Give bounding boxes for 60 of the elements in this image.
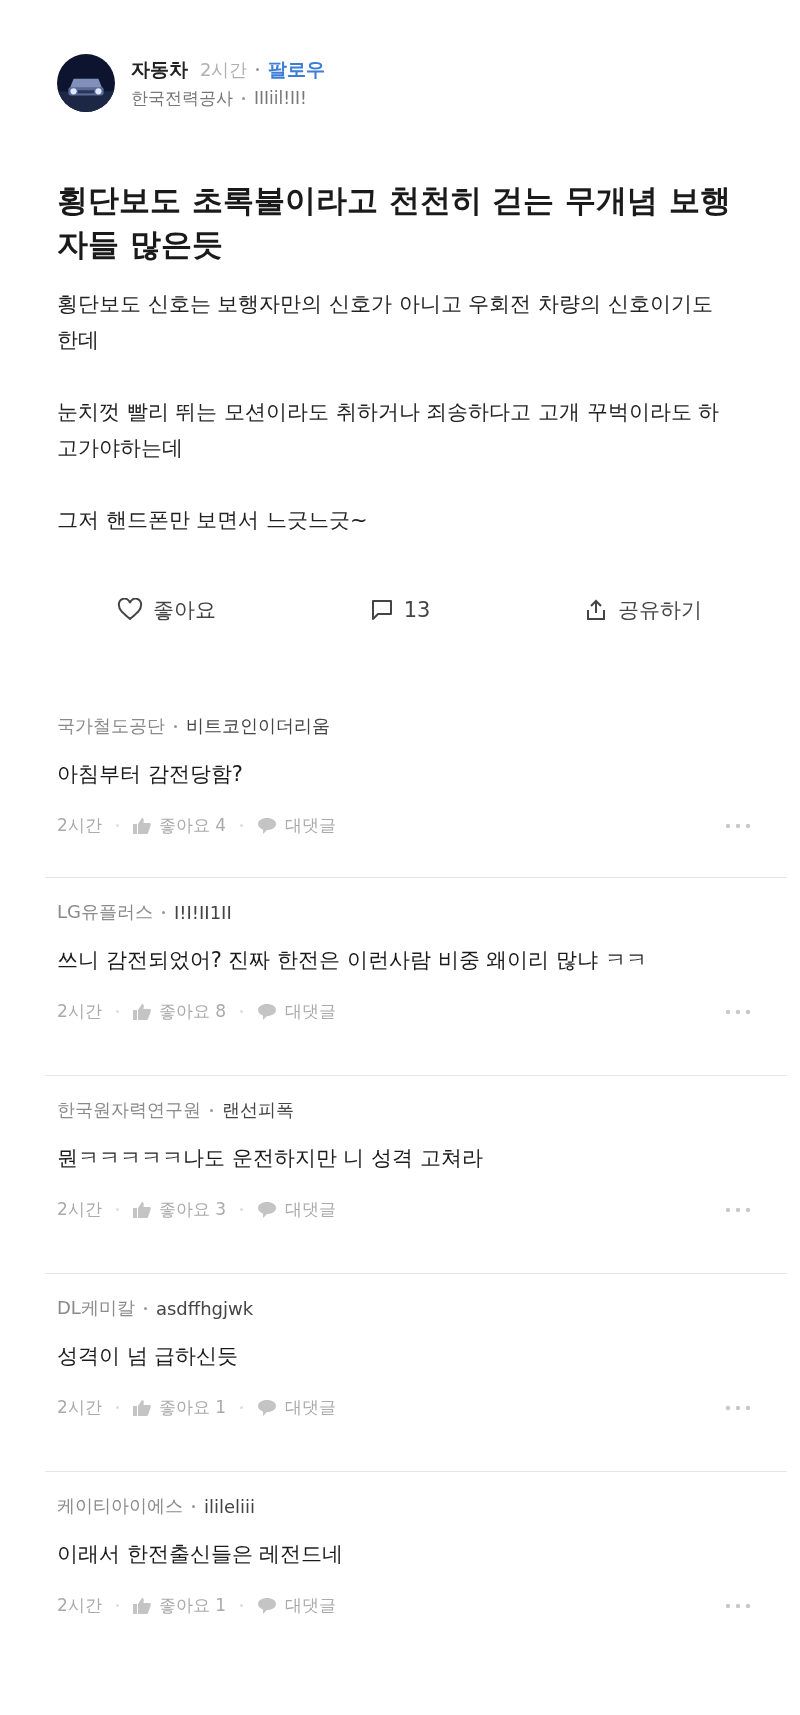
speech-bubble-icon — [257, 1002, 278, 1021]
reply-button[interactable]: 대댓글 — [257, 1000, 337, 1023]
author-name[interactable]: 자동차 — [131, 56, 188, 83]
more-icon[interactable] — [725, 822, 751, 829]
thumbs-up-icon — [132, 817, 151, 834]
more-icon[interactable] — [725, 1008, 751, 1015]
more-icon[interactable] — [725, 1206, 751, 1213]
comment-text: 쓰니 감전되었어? 진짜 한전은 이런사람 비중 왜이리 많냐 ㅋㅋ — [57, 947, 648, 974]
comment-time: 2시간 — [57, 1594, 102, 1617]
speech-bubble-icon — [257, 1596, 278, 1615]
thumbs-up-icon — [132, 1597, 151, 1614]
comment-like-button[interactable]: 좋아요 4 — [132, 814, 227, 837]
more-icon[interactable] — [725, 1404, 751, 1411]
comment-text: 뭔ㅋㅋㅋㅋㅋ나도 운전하지만 니 성격 고쳐라 — [57, 1145, 484, 1172]
comment-time: 2시간 — [57, 1000, 102, 1023]
speech-bubble-icon — [257, 816, 278, 835]
thumbs-up-icon — [132, 1201, 151, 1218]
speech-bubble-icon — [369, 598, 394, 622]
post-time: 2시간 — [200, 57, 248, 82]
comment-like-button[interactable]: 좋아요 3 — [132, 1198, 227, 1221]
commenter-company: 케이티아이에스 — [57, 1494, 183, 1518]
reply-button[interactable]: 대댓글 — [257, 814, 337, 837]
author-company: 한국전력공사 — [131, 86, 233, 110]
commenter-nickname: I!I!II1II — [174, 901, 232, 923]
commenter-company: 국가철도공단 — [57, 714, 165, 738]
comment-time: 2시간 — [57, 814, 102, 837]
reply-button[interactable]: 대댓글 — [257, 1594, 337, 1617]
follow-button[interactable]: 팔로우 — [268, 56, 326, 83]
comment-like-button[interactable]: 좋아요 1 — [132, 1396, 227, 1419]
commenter-company: DL케미칼 — [57, 1296, 135, 1320]
share-icon — [584, 598, 608, 622]
commenter-nickname: asdffhgjwk — [155, 1297, 254, 1319]
author-nickname: IIIiil!II! — [254, 88, 307, 108]
commenter-nickname: 비트코인이더리움 — [186, 714, 330, 738]
speech-bubble-icon — [257, 1398, 278, 1417]
like-button[interactable]: 좋아요 — [117, 596, 216, 624]
comment-text: 성격이 넘 급하신듯 — [57, 1343, 240, 1370]
comment-time: 2시간 — [57, 1198, 102, 1221]
post-paragraph: 그저 핸드폰만 보면서 느긋느긋~ — [57, 507, 369, 534]
post-paragraph: 눈치껏 빨리 뛰는 모션이라도 취하거나 죄송하다고 고개 꾸벅이라도 하고가야하는데 — [57, 399, 721, 462]
commenter-company: LG유플러스 — [57, 900, 153, 924]
speech-bubble-icon — [257, 1200, 278, 1219]
reply-button[interactable]: 대댓글 — [257, 1198, 337, 1221]
comment-count-button[interactable]: 13 — [369, 596, 431, 624]
commenter-company: 한국원자력연구원 — [57, 1098, 201, 1122]
comment-text: 이래서 한전출신들은 레전드네 — [57, 1541, 345, 1568]
comment-text: 아침부터 감전당함? — [57, 761, 244, 788]
comment-like-button[interactable]: 좋아요 8 — [132, 1000, 227, 1023]
thumbs-up-icon — [132, 1003, 151, 1020]
reply-button[interactable]: 대댓글 — [257, 1396, 337, 1419]
share-button[interactable]: 공유하기 — [584, 596, 702, 624]
thumbs-up-icon — [132, 1399, 151, 1416]
comment-like-button[interactable]: 좋아요 1 — [132, 1594, 227, 1617]
more-icon[interactable] — [725, 1602, 751, 1609]
post-paragraph: 횡단보도 신호는 보행자만의 신호가 아니고 우회전 차량의 신호이기도 한데 — [57, 291, 714, 354]
comment-time: 2시간 — [57, 1396, 102, 1419]
commenter-nickname: ilileliii — [204, 1495, 256, 1517]
commenter-nickname: 랜선피폭 — [222, 1098, 294, 1122]
heart-icon — [117, 598, 143, 622]
post-title: 횡단보도 초록불이라고 천천히 걷는 무개념 보행자들 많은듯 — [57, 181, 732, 264]
